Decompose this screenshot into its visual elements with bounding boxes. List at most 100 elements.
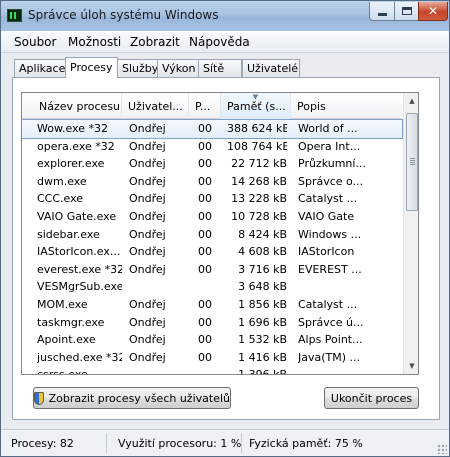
- close-button[interactable]: ✕: [418, 2, 448, 21]
- user-cell: Ondřej: [129, 350, 166, 364]
- cpu-cell: 00: [198, 350, 212, 364]
- arrow-up-icon: ▲: [409, 97, 415, 105]
- table-row[interactable]: IAStorIcon.ex... Ondřej 00 4 608 kB IAStorIc…: [22, 243, 402, 261]
- column-header-description[interactable]: Popis: [291, 93, 402, 119]
- tab-vykon[interactable]: Výkon: [157, 59, 199, 77]
- table-row[interactable]: Wow.exe *32 Ondřej 00 388 624 kB World of ..…: [22, 119, 403, 139]
- table-row[interactable]: Apoint.exe Ondřej 00 1 532 kB Alps Point...: [22, 331, 402, 349]
- column-header-name[interactable]: Název procesu: [22, 93, 122, 119]
- user-cell: Ondřej: [129, 157, 166, 171]
- end-process-button[interactable]: Ukončit proces: [324, 387, 419, 409]
- user-cell: Ondřej: [129, 333, 166, 347]
- table-row[interactable]: jusched.exe *32 Ondřej 00 1 416 kB Java(TM) …: [22, 349, 402, 367]
- menu-napoveda[interactable]: Nápověda: [189, 35, 250, 49]
- user-cell: Ondřej: [129, 209, 166, 223]
- show-all-users-label: Zobrazit procesy všech uživatelů: [48, 391, 230, 405]
- process-name-cell: VESMgrSub.exe: [37, 280, 122, 294]
- process-name-cell: explorer.exe: [37, 157, 105, 171]
- title-bar[interactable]: Správce úloh systému Windows ✕: [1, 1, 449, 31]
- user-cell: Ondřej: [129, 297, 166, 311]
- process-list[interactable]: Název procesu Uživatel... P... ▼ Paměť (…: [21, 92, 419, 375]
- memory-cell: 3 716 kB: [238, 262, 287, 276]
- cpu-cell: 00: [198, 174, 212, 188]
- status-bar: Procesy: 82 Využití procesoru: 1 % Fyzic…: [1, 429, 449, 456]
- table-row[interactable]: VESMgrSub.exe 3 648 kB: [22, 278, 402, 296]
- user-cell: Ondřej: [129, 174, 166, 188]
- scroll-thumb[interactable]: [406, 113, 418, 211]
- tab-uzivatele[interactable]: Uživatelé: [242, 59, 300, 77]
- table-row[interactable]: everest.exe *32 Ondřej 00 3 716 kB EVEREST .…: [22, 261, 402, 279]
- vertical-scrollbar[interactable]: ▲ ▼: [403, 93, 418, 374]
- cpu-cell: 00: [198, 227, 212, 241]
- table-row[interactable]: sidebar.exe Ondřej 00 8 424 kB Windows ...: [22, 226, 402, 244]
- user-cell: Ondřej: [129, 192, 166, 206]
- description-cell: Správce ú...: [298, 315, 364, 329]
- column-header-cpu[interactable]: P...: [189, 93, 221, 119]
- show-all-users-button[interactable]: Zobrazit procesy všech uživatelů: [33, 387, 231, 409]
- scroll-down-button[interactable]: ▼: [404, 358, 418, 374]
- tab-procesy[interactable]: Procesy: [65, 57, 118, 78]
- memory-cell: 13 228 kB: [231, 192, 287, 206]
- process-name-cell: jusched.exe *32: [37, 350, 122, 364]
- description-cell: Průzkumní...: [298, 157, 366, 171]
- minimize-icon: [377, 12, 387, 16]
- window-title: Správce úloh systému Windows: [28, 8, 219, 22]
- status-divider: [106, 433, 107, 453]
- description-cell: World of ...: [298, 122, 358, 135]
- description-cell: Windows ...: [298, 227, 362, 241]
- process-rows: Wow.exe *32 Ondřej 00 388 624 kB World of ..…: [22, 119, 403, 375]
- menu-zobrazit[interactable]: Zobrazit: [130, 35, 180, 49]
- tab-site[interactable]: Sítě: [198, 59, 242, 77]
- sort-descending-icon: ▼: [252, 93, 259, 101]
- memory-cell: 14 268 kB: [231, 174, 287, 188]
- process-name-cell: everest.exe *32: [37, 262, 122, 276]
- cpu-cell: 00: [198, 333, 212, 347]
- cpu-cell: 00: [198, 262, 212, 276]
- table-row[interactable]: explorer.exe Ondřej 00 22 712 kB Průzkumní..…: [22, 155, 402, 173]
- column-header-user[interactable]: Uživatel...: [122, 93, 189, 119]
- tab-aplikace[interactable]: Aplikace: [14, 59, 66, 77]
- memory-cell: 108 764 kB: [227, 139, 287, 153]
- tab-sluzby[interactable]: Služby: [117, 59, 158, 77]
- memory-cell: 1 416 kB: [238, 350, 287, 364]
- table-row[interactable]: opera.exe *32 Ondřej 00 108 764 kB Opera Int…: [22, 138, 402, 156]
- user-cell: Ondřej: [129, 262, 166, 276]
- resize-grip-icon[interactable]: [437, 444, 447, 454]
- table-row[interactable]: MOM.exe Ondřej 00 1 856 kB Catalyst ...: [22, 296, 402, 314]
- memory-cell: 22 712 kB: [231, 157, 287, 171]
- description-cell: EVEREST ...: [298, 262, 362, 276]
- description-cell: Alps Point...: [298, 333, 363, 347]
- maximize-button[interactable]: [394, 2, 419, 21]
- minimize-button[interactable]: [369, 2, 395, 21]
- table-row[interactable]: CCC.exe Ondřej 00 13 228 kB Catalyst ...: [22, 190, 402, 208]
- cpu-cell: 00: [198, 315, 212, 329]
- menu-bar: Soubor Možnosti Zobrazit Nápověda: [1, 31, 449, 53]
- cpu-cell: 00: [198, 139, 212, 153]
- cpu-cell: 00: [198, 122, 212, 135]
- user-cell: Ondřej: [129, 139, 166, 153]
- user-cell: Ondřej: [129, 227, 166, 241]
- process-name-cell: VAIO Gate.exe: [37, 209, 117, 223]
- close-icon: ✕: [427, 4, 439, 18]
- process-name-cell: dwm.exe: [37, 174, 87, 188]
- description-cell: IAStorIcon: [298, 245, 355, 259]
- menu-moznosti[interactable]: Možnosti: [68, 35, 121, 49]
- description-cell: Java(TM) ...: [298, 350, 361, 364]
- table-row[interactable]: dwm.exe Ondřej 00 14 268 kB Správce o...: [22, 173, 402, 191]
- process-name-cell: sidebar.exe: [37, 227, 100, 241]
- memory-cell: 1 396 kB: [238, 368, 287, 375]
- memory-cell: 4 608 kB: [238, 245, 287, 259]
- description-cell: Catalyst ...: [298, 192, 358, 206]
- scroll-up-button[interactable]: ▲: [404, 93, 418, 109]
- column-header-memory-label: Paměť (s...: [227, 100, 286, 113]
- arrow-down-icon: ▼: [409, 362, 415, 370]
- memory-cell: 388 624 kB: [227, 122, 287, 135]
- cpu-cell: 00: [198, 192, 212, 206]
- grip-icon: [410, 158, 415, 159]
- menu-soubor[interactable]: Soubor: [14, 35, 56, 49]
- column-header-memory[interactable]: ▼ Paměť (s...: [221, 93, 291, 119]
- table-row[interactable]: VAIO Gate.exe Ondřej 00 10 728 kB VAIO Gate: [22, 208, 402, 226]
- user-cell: Ondřej: [129, 245, 166, 259]
- table-row[interactable]: taskmgr.exe Ondřej 00 1 696 kB Správce ú...: [22, 314, 402, 332]
- table-row[interactable]: csrss.exe 1 396 kB: [22, 366, 402, 375]
